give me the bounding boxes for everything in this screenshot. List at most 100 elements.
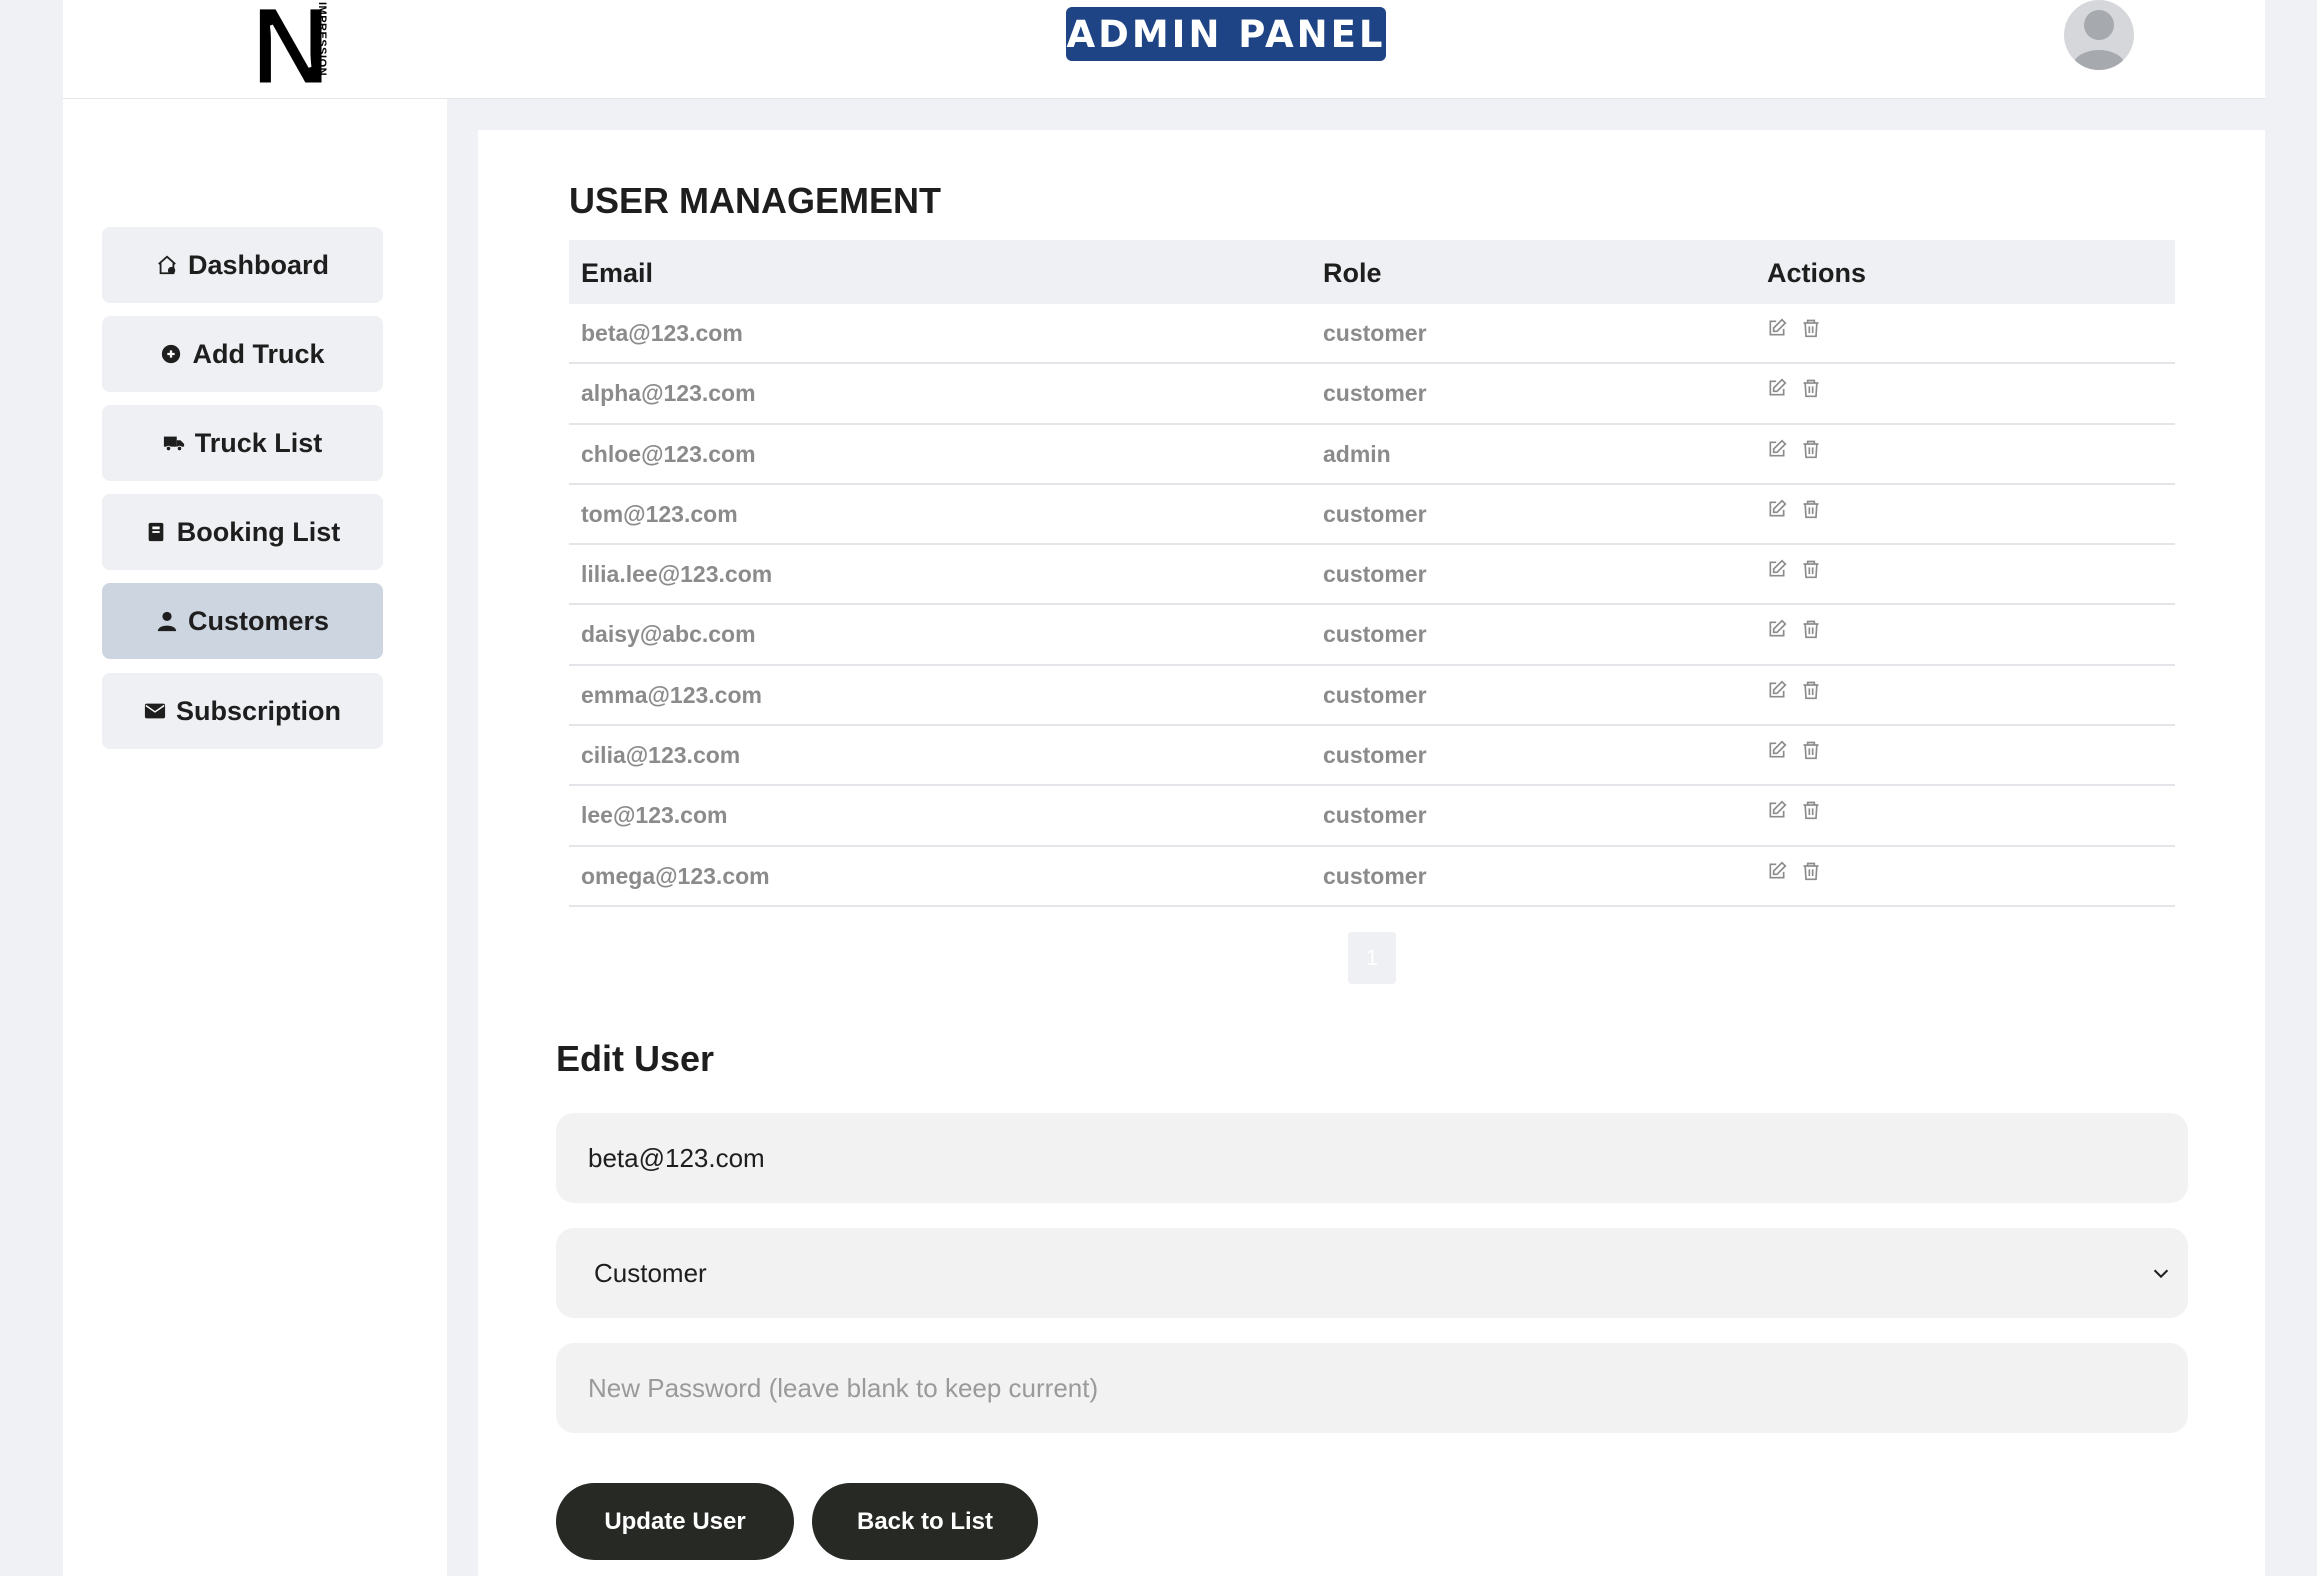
cell-email: daisy@abc.com: [581, 621, 756, 648]
add-circle-icon: [162, 344, 181, 364]
table-row: beta@123.com customer: [569, 304, 2175, 365]
cell-role: customer: [1323, 500, 1427, 527]
trash-icon[interactable]: [1801, 800, 1821, 820]
envelope-icon: [144, 703, 166, 719]
brand-logo[interactable]: N IMPRESSION: [189, 0, 332, 110]
trash-icon[interactable]: [1801, 861, 1821, 881]
cell-actions: [1767, 619, 1821, 639]
cell-role: customer: [1323, 681, 1427, 708]
edit-icon[interactable]: [1767, 619, 1787, 639]
sidebar-item-label: Subscription: [175, 695, 341, 726]
column-header-actions: Actions: [1767, 258, 1867, 288]
cell-role: customer: [1323, 742, 1427, 769]
admin-panel-badge: ADMIN PANEL: [1066, 7, 1386, 61]
book-icon: [148, 522, 164, 542]
cell-role: customer: [1323, 380, 1427, 407]
sidebar-item-label: Booking List: [176, 516, 341, 547]
table-row: emma@123.com customer: [569, 666, 2175, 727]
update-user-button[interactable]: Update User: [556, 1483, 794, 1560]
cell-role: customer: [1323, 802, 1427, 829]
avatar[interactable]: [2063, 0, 2135, 70]
edit-icon[interactable]: [1767, 318, 1787, 338]
table-row: chloe@123.com admin: [569, 425, 2175, 485]
trash-icon[interactable]: [1801, 499, 1821, 519]
top-header: N IMPRESSION ADMIN PANEL: [63, 0, 2265, 110]
cell-role: admin: [1323, 440, 1391, 467]
user-icon: [157, 611, 177, 632]
cell-email: chloe@123.com: [581, 440, 756, 467]
cell-email: omega@123.com: [581, 862, 770, 889]
trash-icon[interactable]: [1801, 439, 1821, 459]
column-header-email: Email: [581, 258, 654, 288]
cell-role: customer: [1323, 862, 1427, 889]
page-gutter-right: [2265, 0, 2317, 1576]
cell-email: lilia.lee@123.com: [581, 561, 773, 588]
edit-icon[interactable]: [1767, 559, 1787, 579]
page-gutter-left: [0, 0, 63, 1576]
svg-text:IMPRESSION: IMPRESSION: [316, 2, 328, 76]
home-icon: [158, 255, 176, 275]
cell-email: alpha@123.com: [581, 380, 756, 407]
edit-icon[interactable]: [1767, 680, 1787, 700]
sidebar: Dashboard Add Truck Truck List Booking L…: [63, 99, 447, 1576]
table-row: tom@123.com customer: [569, 485, 2175, 546]
cell-email: lee@123.com: [581, 802, 728, 829]
edit-icon[interactable]: [1767, 378, 1787, 398]
main-content: USER MANAGEMENT Email Role Actions beta@…: [478, 130, 2265, 1576]
trash-icon[interactable]: [1801, 559, 1821, 579]
email-field[interactable]: [556, 1113, 2188, 1203]
sidebar-item-label: Add Truck: [192, 338, 325, 369]
table-row: daisy@abc.com customer: [569, 605, 2175, 666]
cell-email: emma@123.com: [581, 681, 762, 708]
cell-email: beta@123.com: [581, 320, 743, 346]
cell-actions: [1767, 861, 1821, 881]
page-title: USER MANAGEMENT: [569, 180, 942, 221]
edit-icon[interactable]: [1767, 499, 1787, 519]
cell-actions: [1767, 680, 1821, 700]
edit-icon[interactable]: [1767, 439, 1787, 459]
back-to-list-button[interactable]: Back to List: [812, 1483, 1038, 1560]
sidebar-item-customers[interactable]: Customers: [102, 583, 383, 659]
sidebar-item-dashboard[interactable]: Dashboard: [102, 227, 383, 303]
cell-actions: [1767, 378, 1821, 398]
trash-icon[interactable]: [1801, 318, 1821, 338]
new-password-field[interactable]: [556, 1343, 2188, 1433]
role-select[interactable]: Customer: [556, 1228, 2188, 1318]
role-select-value: Customer: [594, 1257, 707, 1288]
table-row: alpha@123.com customer: [569, 364, 2175, 425]
cell-email: tom@123.com: [581, 500, 738, 527]
pagination-page-1[interactable]: 1: [1348, 932, 1396, 984]
sidebar-item-truck-list[interactable]: Truck List: [102, 405, 383, 481]
sidebar-item-add-truck[interactable]: Add Truck: [102, 316, 383, 392]
sidebar-item-label: Dashboard: [187, 249, 330, 280]
cell-role: customer: [1323, 621, 1427, 648]
trash-icon[interactable]: [1801, 740, 1821, 760]
trash-icon[interactable]: [1801, 378, 1821, 398]
table-body: beta@123.com customer alpha@123.com custome…: [569, 304, 2175, 907]
sidebar-item-label: Truck List: [194, 427, 323, 458]
chevron-down-icon: [2153, 1269, 2169, 1279]
table-row: lilia.lee@123.com customer: [569, 545, 2175, 606]
trash-icon[interactable]: [1801, 680, 1821, 700]
truck-icon: [163, 436, 184, 452]
table-row: cilia@123.com customer: [569, 726, 2175, 787]
edit-icon[interactable]: [1767, 800, 1787, 820]
trash-icon[interactable]: [1801, 619, 1821, 639]
cell-actions: [1767, 499, 1821, 519]
table-row: lee@123.com customer: [569, 786, 2175, 847]
cell-actions: [1767, 559, 1821, 579]
edit-icon[interactable]: [1767, 861, 1787, 881]
cell-role: customer: [1323, 561, 1427, 588]
cell-actions: [1767, 740, 1821, 760]
table-header: Email Role Actions: [569, 240, 2175, 304]
cell-actions: [1767, 800, 1821, 820]
cell-role: customer: [1323, 320, 1427, 346]
sidebar-item-booking-list[interactable]: Booking List: [102, 494, 383, 570]
cell-email: cilia@123.com: [581, 742, 741, 769]
column-header-role: Role: [1323, 258, 1382, 288]
edit-user-title: Edit User: [556, 1038, 715, 1079]
sidebar-item-subscription[interactable]: Subscription: [102, 673, 383, 749]
sidebar-item-label: Customers: [187, 605, 330, 636]
edit-icon[interactable]: [1767, 740, 1787, 760]
cell-actions: [1767, 318, 1821, 338]
